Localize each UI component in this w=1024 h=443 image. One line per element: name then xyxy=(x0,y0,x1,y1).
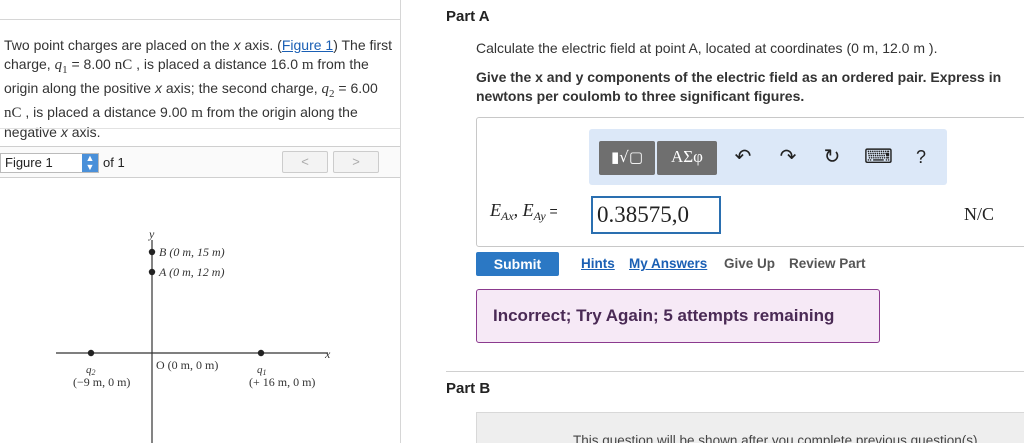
q2-marker xyxy=(87,349,95,357)
part-separator xyxy=(446,371,1024,372)
instruction-text: Give the x and y components of the elect… xyxy=(476,69,1002,104)
figure-count: of 1 xyxy=(103,155,125,170)
top-strip xyxy=(0,0,400,20)
next-figure-button[interactable]: > xyxy=(333,151,379,173)
left-panel: Two point charges are placed on the x ax… xyxy=(0,0,416,443)
figure-navigation-bar: Figure 1 ▲ ▼ of 1 < > xyxy=(0,146,400,178)
question-text: Calculate the electric field at point A,… xyxy=(476,40,938,56)
y-axis-label: y xyxy=(148,227,155,241)
locked-question-text: This question will be shown after you co… xyxy=(573,433,982,443)
help-icon[interactable]: ? xyxy=(908,144,934,170)
figure-link[interactable]: Figure 1 xyxy=(282,37,333,53)
answer-label: EAx, EAy = xyxy=(490,200,558,223)
part-b-title[interactable]: Part B xyxy=(446,380,490,397)
answer-input[interactable]: 0.38575,0 xyxy=(591,196,721,234)
my-answers-link[interactable]: My Answers xyxy=(629,256,707,271)
templates-button[interactable]: ▮√▢ xyxy=(599,141,655,175)
q1-marker xyxy=(257,349,265,357)
part-a-title: Part A xyxy=(446,8,490,25)
submit-button[interactable]: Submit xyxy=(476,252,559,276)
select-stepper-icon: ▲ ▼ xyxy=(82,154,98,172)
reset-icon[interactable]: ↻ xyxy=(819,144,845,170)
x-axis-label: x xyxy=(324,347,331,361)
review-part-link[interactable]: Review Part xyxy=(789,256,866,271)
figure-select[interactable]: Figure 1 ▲ ▼ xyxy=(0,153,99,173)
unit-label: N/C xyxy=(964,204,995,224)
feedback-box: Incorrect; Try Again; 5 attempts remaini… xyxy=(476,289,880,343)
keyboard-icon[interactable]: ⌨ xyxy=(864,144,893,170)
locked-question-box: This question will be shown after you co… xyxy=(476,412,1024,443)
point-b-marker xyxy=(148,248,156,256)
redo-icon[interactable]: ↷ xyxy=(775,144,801,170)
q2-coordinate: (−9 m, 0 m) xyxy=(73,375,130,389)
q1-coordinate: (+ 16 m, 0 m) xyxy=(249,375,315,389)
point-b-label: B (0 m, 15 m) xyxy=(159,245,225,259)
greek-symbols-button[interactable]: ΑΣφ xyxy=(657,141,717,175)
divider xyxy=(0,128,400,129)
hints-link[interactable]: Hints xyxy=(581,256,615,271)
problem-statement: Two point charges are placed on the x ax… xyxy=(4,37,393,140)
give-up-link[interactable]: Give Up xyxy=(724,256,775,271)
point-a-label: A (0 m, 12 m) xyxy=(158,265,224,279)
previous-figure-button[interactable]: < xyxy=(282,151,328,173)
math-toolbar: ▮√▢ ΑΣφ ↶ ↷ ↻ ⌨ ? xyxy=(589,129,947,185)
origin-label: O (0 m, 0 m) xyxy=(156,358,218,372)
figure-diagram: y x B (0 m, 15 m) A (0 m, 12 m) O (0 m, … xyxy=(56,227,331,443)
feedback-text: Incorrect; Try Again; 5 attempts remaini… xyxy=(493,306,835,325)
panel-border xyxy=(400,0,401,443)
undo-icon[interactable]: ↶ xyxy=(730,144,756,170)
point-a-marker xyxy=(148,268,156,276)
